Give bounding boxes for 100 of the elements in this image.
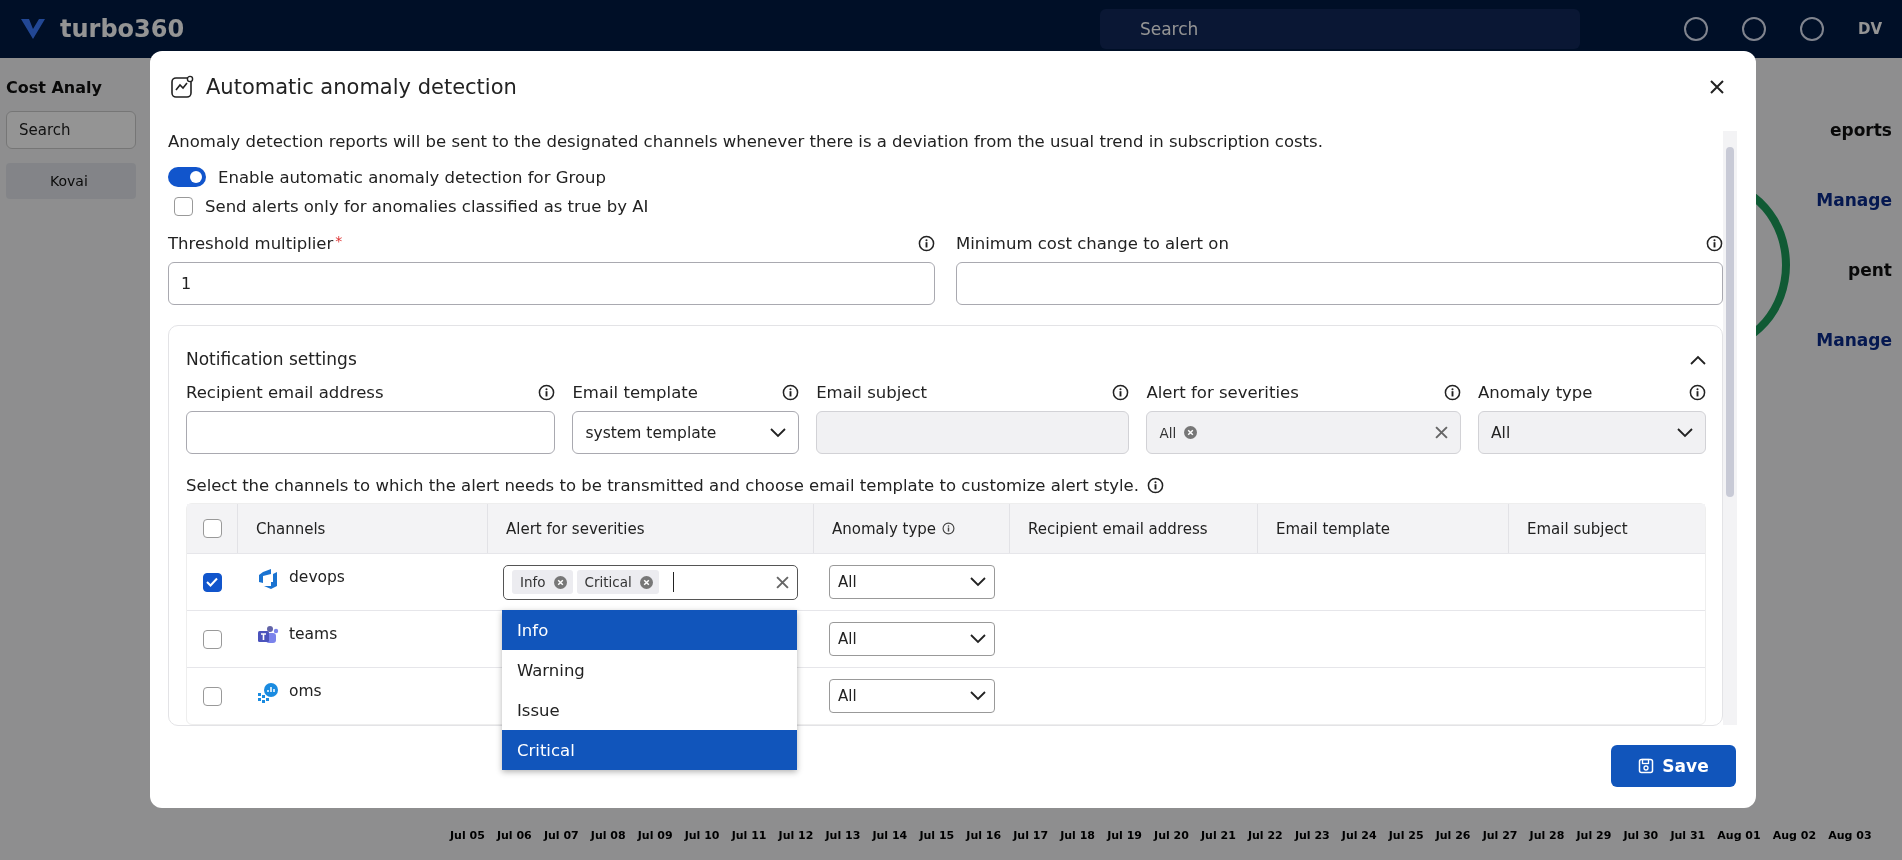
axis-date-label: Jul 05	[450, 829, 485, 842]
sidebar-search-field[interactable]: Search	[6, 111, 136, 149]
chevron-down-icon	[970, 577, 986, 587]
info-icon[interactable]	[942, 522, 956, 535]
manage-link[interactable]: Manage	[1816, 190, 1892, 210]
logo-icon	[20, 17, 46, 41]
dropdown-option[interactable]: Warning	[502, 650, 797, 690]
search-field[interactable]: Search	[1099, 9, 1580, 49]
dialog-title: Automatic anomaly detection	[206, 75, 517, 99]
row-checkbox[interactable]	[202, 572, 222, 592]
column-header: Email template	[1276, 519, 1391, 538]
axis-date-label: Jul 14	[872, 829, 908, 842]
axis-date-label: Jul 27	[1482, 829, 1518, 842]
field-label: Email subject	[816, 382, 927, 402]
channel-name: teams	[289, 625, 338, 643]
axis-date-label: Jul 16	[966, 829, 1002, 842]
row-checkbox[interactable]	[202, 629, 222, 649]
axis-date-label: Aug 02	[1772, 829, 1817, 842]
dropdown-option[interactable]: Issue	[502, 690, 797, 730]
save-icon	[1638, 758, 1655, 774]
select-field[interactable]: system template	[572, 411, 800, 454]
axis-date-label: Jul 21	[1201, 829, 1236, 842]
axis-date-label: Jul 09	[637, 829, 673, 842]
axis-date-label: Jul 15	[919, 829, 955, 842]
axis-date-label: Jul 31	[1670, 829, 1706, 842]
section-title: Notification settings	[186, 349, 357, 369]
channel-name: devops	[289, 568, 345, 586]
description-text: Anomaly detection reports will be sent to the designated channels whenever there is a deviation from the usual trend in subscription costs.	[168, 131, 1324, 153]
severity-tag: Info	[512, 570, 573, 594]
toggle-label: Enable automatic anomaly detection for Group	[218, 167, 606, 187]
axis-date-label: Jul 23	[1294, 829, 1330, 842]
close-icon	[1709, 79, 1725, 95]
info-icon[interactable]	[1689, 383, 1706, 401]
field-label: Anomaly type	[1478, 382, 1593, 402]
axis-date-label: Jul 07	[543, 829, 579, 842]
manage-link[interactable]: Manage	[1816, 330, 1892, 350]
column-header: Channels	[256, 519, 326, 538]
chevron-up-icon	[1690, 355, 1706, 365]
input-field[interactable]: 1	[168, 262, 935, 305]
info-icon[interactable]	[1146, 477, 1164, 494]
save-button[interactable]: Save	[1611, 745, 1736, 787]
chevron-down-icon	[970, 634, 986, 644]
legend-text: pent	[1848, 260, 1892, 280]
field-label: Email template	[572, 382, 698, 402]
anomaly-type-select[interactable]: All	[829, 622, 995, 656]
clear-icon[interactable]	[776, 575, 789, 589]
anomaly-type-select[interactable]: All	[829, 679, 995, 713]
required-mark: *	[335, 233, 343, 248]
chevron-down-icon	[1677, 427, 1693, 438]
select-all-checkbox[interactable]	[202, 519, 222, 538]
axis-date-label: Jul 17	[1013, 829, 1049, 842]
axis-date-label: Jul 18	[1060, 829, 1096, 842]
check-icon	[206, 577, 218, 587]
axis-date-label: Jul 12	[778, 829, 814, 842]
dropdown-option[interactable]: Critical	[502, 730, 797, 770]
chevron-down-icon	[970, 691, 986, 701]
axis-date-label: Jul 19	[1107, 829, 1142, 842]
axis-date-label: Jul 20	[1154, 829, 1189, 842]
logo-text: turbo360	[60, 15, 185, 43]
column-header: Email subject	[1527, 519, 1628, 538]
info-icon[interactable]	[782, 383, 800, 401]
field-label: Minimum cost change to alert on	[956, 233, 1229, 253]
row-checkbox[interactable]	[202, 686, 222, 706]
info-icon[interactable]	[1706, 234, 1723, 252]
field-label: Alert for severities	[1146, 382, 1299, 402]
axis-date-label: Jul 08	[590, 829, 626, 842]
toggle-switch[interactable]	[168, 167, 206, 187]
remove-tag-icon[interactable]	[639, 575, 653, 589]
axis-date-label: Jul 28	[1529, 829, 1565, 842]
chevron-down-icon	[770, 427, 787, 438]
axis-date-label: Jul 24	[1341, 829, 1377, 842]
severity-multiselect[interactable]: Info Critical	[503, 564, 798, 600]
info-icon[interactable]	[918, 234, 935, 252]
column-header: Anomaly type	[832, 519, 937, 538]
tree-item[interactable]: Kovai	[6, 163, 136, 199]
axis-date-label: Aug 01	[1717, 829, 1761, 842]
input-field[interactable]	[956, 262, 1723, 305]
anomaly-type-select[interactable]: All	[829, 565, 995, 599]
remove-tag-icon[interactable]	[553, 575, 567, 589]
axis-date-label: Jul 13	[825, 829, 861, 842]
helper-text: Select the channels to which the alert needs to be transmitted and choose email template to customize alert style.	[186, 476, 1139, 495]
info-icon[interactable]	[1112, 383, 1130, 401]
severity-tag: Critical	[576, 570, 659, 594]
column-header: Recipient email address	[1028, 519, 1208, 538]
axis-date-label: Jul 10	[684, 829, 720, 842]
channel-name: oms	[289, 682, 322, 700]
axis-date-label: Jul 11	[731, 829, 767, 842]
checkbox[interactable]	[174, 197, 193, 216]
axis-date-label: Jul 30	[1623, 829, 1659, 842]
info-icon[interactable]	[538, 383, 556, 401]
input-field[interactable]	[186, 411, 556, 454]
page-title: Cost Analy	[6, 78, 102, 97]
tab-label[interactable]: eports	[1830, 120, 1892, 140]
info-icon[interactable]	[1444, 383, 1461, 401]
dropdown-option[interactable]: Info	[502, 610, 797, 650]
field-label: Recipient email address	[186, 382, 384, 402]
oms-icon	[257, 682, 279, 704]
scrollbar[interactable]	[1723, 131, 1737, 725]
user-initials[interactable]: DV	[1857, 20, 1882, 38]
axis-date-label: Aug 03	[1828, 829, 1872, 842]
